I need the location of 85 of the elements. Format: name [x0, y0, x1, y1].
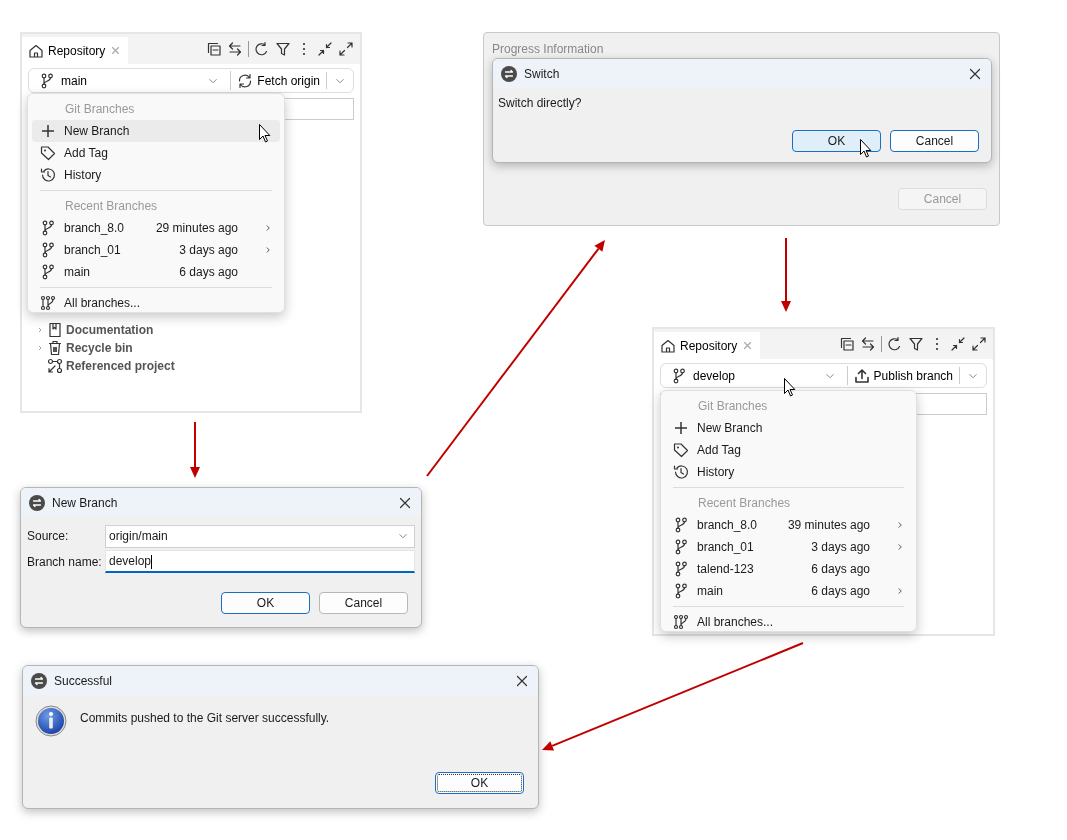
cursor-icon: [860, 139, 872, 158]
menu-item[interactable]: History: [32, 164, 280, 186]
home-icon: [28, 42, 44, 59]
tag-icon: [40, 145, 56, 161]
app-icon: [31, 672, 47, 689]
dialog-button[interactable]: Cancel: [319, 592, 408, 614]
branches-icon: [673, 614, 689, 630]
branches-icon: [40, 295, 56, 311]
branch-icon: [39, 72, 55, 89]
branch-menu-item[interactable]: branch_01 3 days ago: [665, 536, 912, 558]
branch-menu-item[interactable]: talend-123 6 days ago: [665, 558, 912, 580]
tree-item[interactable]: Referenced project: [28, 357, 354, 375]
branch-icon: [40, 242, 56, 258]
upload-icon: [853, 367, 870, 384]
branch-menu-item[interactable]: branch_01 3 days ago: [32, 239, 280, 261]
field-label: Branch name:: [27, 553, 103, 571]
branch-icon: [673, 561, 689, 577]
swap-arrows-icon[interactable]: [227, 41, 243, 57]
tag-icon: [673, 442, 689, 458]
book-icon: [47, 322, 63, 338]
plus-icon: [40, 123, 56, 139]
branch-icon: [673, 539, 689, 555]
windows-icon[interactable]: [206, 41, 222, 57]
swap-arrows-icon[interactable]: [860, 336, 876, 352]
cursor-icon: [259, 124, 271, 143]
home-icon: [660, 337, 676, 354]
source-dropdown[interactable]: origin/main: [105, 524, 415, 548]
dialog-title: Switch: [524, 65, 561, 83]
filter-icon[interactable]: [908, 336, 924, 352]
windows-icon[interactable]: [839, 336, 855, 352]
window-title: Progress Information: [491, 41, 605, 58]
dialog-title: New Branch: [52, 494, 119, 512]
menu-item[interactable]: Add Tag: [665, 439, 912, 461]
fetch-button[interactable]: Fetch origin: [231, 71, 326, 90]
menu-item[interactable]: New Branch: [32, 120, 280, 142]
minimize-icon[interactable]: [950, 336, 966, 352]
branch-icon: [40, 264, 56, 280]
maximize-icon[interactable]: [338, 41, 354, 57]
branch-dropdown[interactable]: main: [29, 71, 232, 90]
menu-heading: Git Branches: [65, 101, 135, 118]
dialog-button[interactable]: Cancel: [890, 130, 979, 152]
menu-item[interactable]: Add Tag: [32, 142, 280, 164]
history-icon: [673, 464, 689, 480]
history-icon: [40, 167, 56, 183]
dialog-message: Switch directly?: [497, 95, 583, 112]
field-label: Source:: [27, 528, 70, 545]
dialog-button[interactable]: OK: [435, 772, 524, 794]
branch-icon: [673, 583, 689, 599]
app-icon: [29, 494, 45, 511]
menu-item[interactable]: All branches...: [665, 611, 912, 633]
maximize-icon[interactable]: [971, 336, 987, 352]
app-icon: [501, 65, 517, 82]
repository-tab[interactable]: Repository: [654, 332, 761, 359]
refresh-icon[interactable]: [254, 41, 270, 57]
minimize-icon[interactable]: [317, 41, 333, 57]
dialog-title: Successful: [54, 672, 114, 690]
arrow: [190, 421, 200, 478]
plus-icon: [673, 420, 689, 436]
menu-item[interactable]: History: [665, 461, 912, 483]
menu-item[interactable]: New Branch: [665, 417, 912, 439]
branch-menu-item[interactable]: main 6 days ago: [32, 261, 280, 283]
repository-tab[interactable]: Repository: [22, 37, 129, 64]
branch-name-field[interactable]: develop: [105, 550, 415, 573]
menu-heading: Recent Branches: [698, 495, 791, 512]
menu-heading: Git Branches: [698, 398, 768, 415]
tree-item[interactable]: Recycle bin: [28, 339, 354, 357]
dialog-message: Commits pushed to the Git server successfully.: [80, 710, 330, 727]
branch-icon: [671, 367, 687, 384]
branch-icon: [40, 220, 56, 236]
publish-button[interactable]: Publish branch: [847, 366, 959, 385]
trash-icon: [47, 340, 63, 356]
menu-item[interactable]: All branches...: [32, 292, 280, 314]
dialog-button[interactable]: OK: [221, 592, 310, 614]
filter-icon[interactable]: [275, 41, 291, 57]
refresh-icon: [237, 72, 254, 89]
dialog-button[interactable]: OK: [792, 130, 881, 152]
branch-icon: [673, 517, 689, 533]
branch-menu-item[interactable]: main 6 days ago: [665, 580, 912, 602]
tree-item[interactable]: Documentation: [28, 321, 354, 339]
network-icon: [47, 358, 63, 374]
branch-menu-item[interactable]: branch_8.0 29 minutes ago: [32, 217, 280, 239]
branch-menu-item[interactable]: branch_8.0 39 minutes ago: [665, 514, 912, 536]
info-icon: [35, 705, 67, 737]
refresh-icon[interactable]: [887, 336, 903, 352]
menu-heading: Recent Branches: [65, 198, 158, 215]
